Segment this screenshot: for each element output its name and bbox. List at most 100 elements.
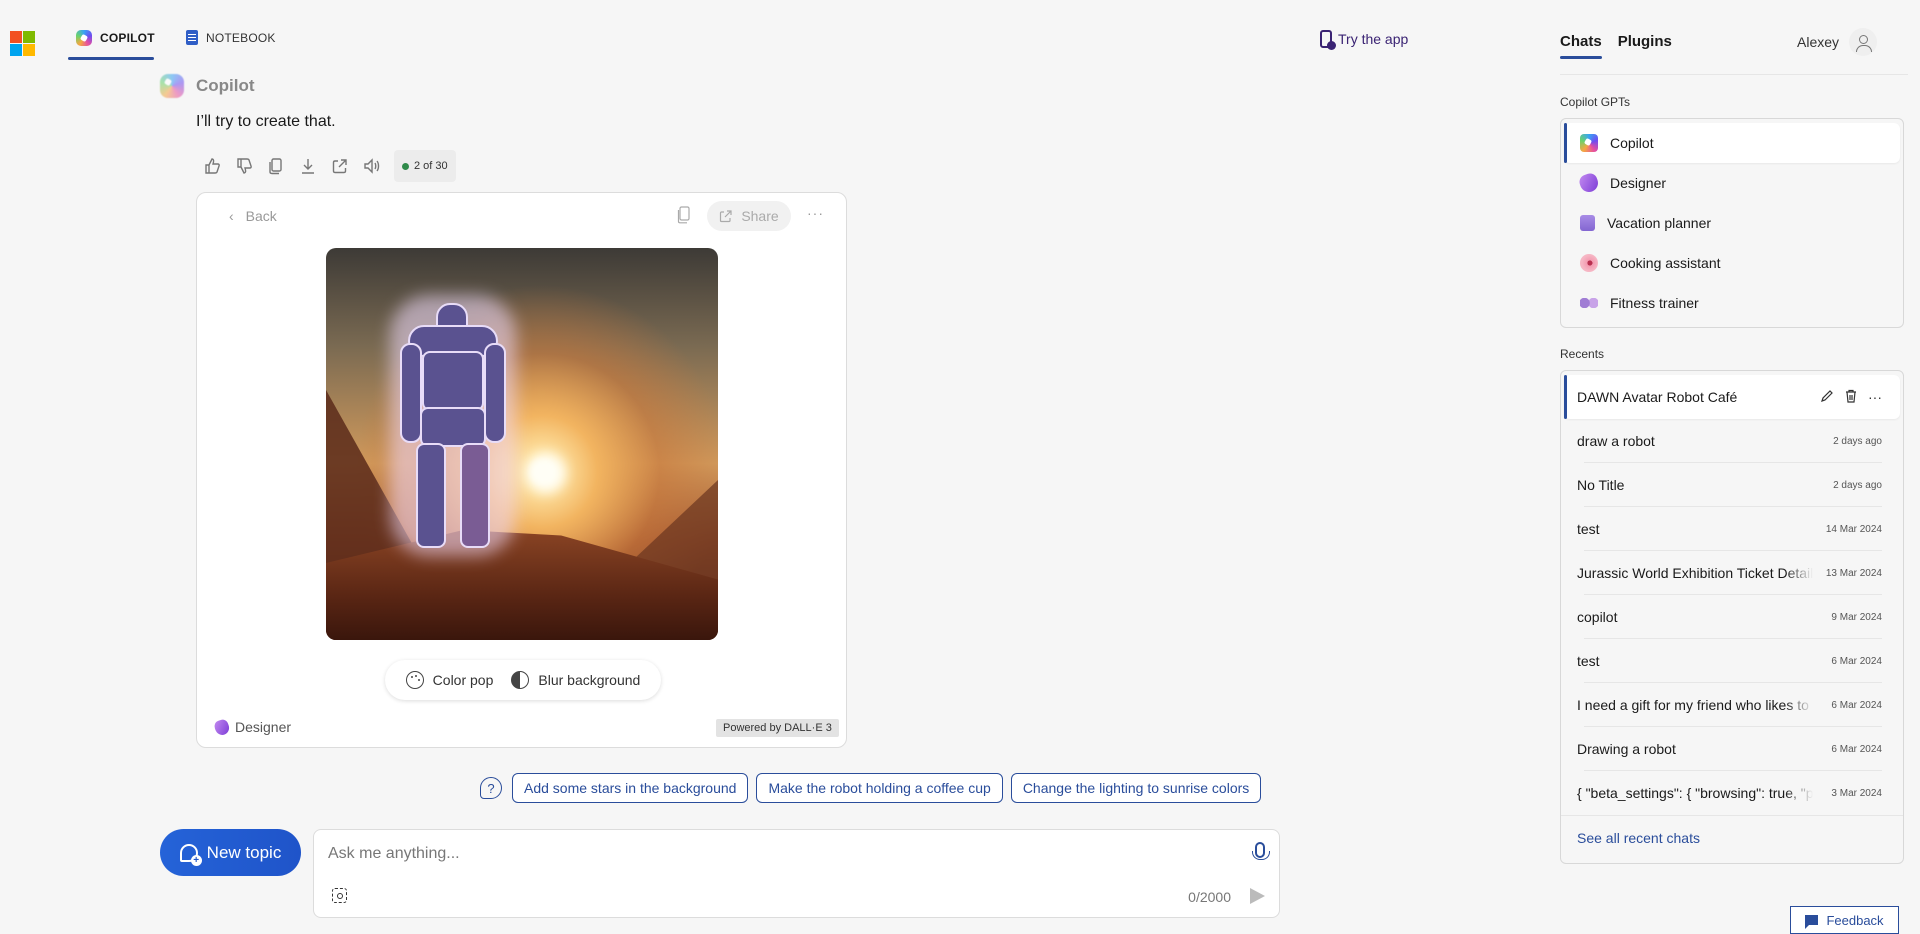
speaker-icon[interactable] xyxy=(362,156,382,176)
image-robot-silhouette xyxy=(390,295,516,556)
recent-chat-date: 9 Mar 2024 xyxy=(1831,611,1882,623)
try-the-app-link[interactable]: Try the app xyxy=(1320,30,1409,50)
generated-image-robot-sunset[interactable] xyxy=(326,248,718,640)
blur-background-button[interactable]: Blur background xyxy=(511,671,640,689)
recent-chat-title: Jurassic World Exhibition Ticket Details xyxy=(1577,565,1813,581)
recent-chat-item[interactable]: DAWN Avatar Robot Café ··· xyxy=(1564,375,1900,419)
tab-notebook[interactable]: NOTEBOOK xyxy=(186,30,276,45)
designer-icon xyxy=(1577,171,1601,195)
more-options-icon[interactable]: ··· xyxy=(1868,389,1882,405)
recent-chat-item[interactable]: test 6 Mar 2024 xyxy=(1564,639,1900,683)
new-topic-button[interactable]: New topic xyxy=(160,829,301,876)
back-button[interactable]: ‹ Back xyxy=(229,208,277,224)
color-pop-button[interactable]: Color pop xyxy=(405,671,493,689)
gpt-item-vacation-planner[interactable]: Vacation planner xyxy=(1564,203,1900,243)
suggestion-chip[interactable]: Make the robot holding a coffee cup xyxy=(756,773,1003,803)
recent-chat-date: 6 Mar 2024 xyxy=(1831,655,1882,667)
gpt-label: Copilot xyxy=(1610,135,1654,151)
new-topic-label: New topic xyxy=(206,842,282,862)
recent-chat-actions: ··· xyxy=(1820,389,1882,406)
see-all-recent-chats-link[interactable]: See all recent chats xyxy=(1564,816,1900,860)
thumbs-up-icon[interactable] xyxy=(202,156,222,176)
gpt-label: Cooking assistant xyxy=(1610,255,1721,271)
status-dot xyxy=(402,162,409,170)
powered-by-badge: Powered by DALL·E 3 xyxy=(716,719,839,737)
gpt-label: Vacation planner xyxy=(1607,215,1712,231)
designer-icon xyxy=(212,717,232,737)
recent-chat-item[interactable]: copilot 9 Mar 2024 xyxy=(1564,595,1900,639)
blur-icon xyxy=(511,671,530,689)
try-app-label: Try the app xyxy=(1338,31,1409,47)
gpt-item-cooking-assistant[interactable]: Cooking assistant xyxy=(1564,243,1900,283)
user-menu[interactable]: Alexey xyxy=(1797,28,1878,56)
tab-chats[interactable]: Chats xyxy=(1560,33,1602,59)
recent-chat-item[interactable]: draw a robot 2 days ago xyxy=(1564,419,1900,463)
question-bubble-icon: ? xyxy=(480,777,502,799)
suggested-prompts: ? Add some stars in the background Make … xyxy=(480,773,1262,803)
chat-composer: 0/2000 xyxy=(313,829,1280,918)
recent-chat-item[interactable]: Jurassic World Exhibition Ticket Details… xyxy=(1564,551,1900,595)
share-label: Share xyxy=(741,208,779,224)
person-icon xyxy=(1855,34,1872,52)
recent-chat-title: test xyxy=(1577,521,1600,537)
message-sender: Copilot xyxy=(160,74,255,98)
active-tab-indicator xyxy=(68,57,154,60)
suggestion-chip[interactable]: Change the lighting to sunrise colors xyxy=(1010,773,1262,803)
share-icon xyxy=(720,210,732,223)
feedback-label: Feedback xyxy=(1826,912,1884,928)
recent-chat-item[interactable]: No Title 2 days ago xyxy=(1564,463,1900,507)
right-panel-divider xyxy=(1560,74,1908,75)
recent-chat-date: 6 Mar 2024 xyxy=(1831,699,1882,711)
share-button[interactable]: Share xyxy=(707,201,791,231)
copilot-icon xyxy=(76,30,92,46)
trash-icon[interactable] xyxy=(1844,389,1858,406)
image-upload-icon[interactable] xyxy=(332,888,347,903)
recent-chat-title: I need a gift for my friend who likes to… xyxy=(1577,697,1813,713)
gpt-label: Designer xyxy=(1610,175,1667,191)
recents-heading: Recents xyxy=(1560,347,1605,361)
share-icon[interactable] xyxy=(330,156,350,176)
tab-copilot[interactable]: COPILOT xyxy=(76,30,155,46)
image-sun xyxy=(526,453,566,493)
blur-background-label: Blur background xyxy=(538,672,641,688)
thumbs-down-icon[interactable] xyxy=(234,156,254,176)
ask-input[interactable] xyxy=(328,840,1208,868)
microsoft-logo[interactable] xyxy=(10,31,35,56)
new-chat-icon xyxy=(179,843,202,866)
right-panel-tabs: Chats Plugins xyxy=(1560,33,1672,59)
more-options-icon[interactable]: ··· xyxy=(807,205,824,221)
copy-icon[interactable] xyxy=(266,156,286,176)
send-icon[interactable] xyxy=(1250,888,1265,904)
recent-chat-item[interactable]: test 14 Mar 2024 xyxy=(1564,507,1900,551)
character-count: 0/2000 xyxy=(1188,889,1231,905)
recent-chat-title: Drawing a robot xyxy=(1577,741,1676,757)
response-counter: 2 of 30 xyxy=(394,150,456,182)
message-actions: 2 of 30 xyxy=(202,150,456,182)
recent-chat-item[interactable]: Drawing a robot 6 Mar 2024 xyxy=(1564,727,1900,771)
copy-icon[interactable] xyxy=(677,206,691,229)
logo-square-blue xyxy=(10,44,22,56)
download-icon[interactable] xyxy=(298,156,318,176)
designer-source[interactable]: Designer xyxy=(212,717,291,737)
recent-chat-date: 6 Mar 2024 xyxy=(1831,743,1882,755)
logo-square-green xyxy=(23,31,35,43)
palette-icon xyxy=(405,671,424,689)
feedback-button[interactable]: Feedback xyxy=(1790,906,1899,934)
tab-plugins[interactable]: Plugins xyxy=(1618,33,1672,50)
logo-square-yellow xyxy=(23,44,35,56)
response-counter-text: 2 of 30 xyxy=(414,160,448,172)
recent-chat-item[interactable]: I need a gift for my friend who likes to… xyxy=(1564,683,1900,727)
recent-chat-item[interactable]: { "beta_settings": { "browsing": true, "… xyxy=(1564,771,1900,815)
recent-chat-date: 2 days ago xyxy=(1833,435,1882,447)
back-label: Back xyxy=(245,208,277,224)
gpt-item-designer[interactable]: Designer xyxy=(1564,163,1900,203)
gpt-item-copilot[interactable]: Copilot xyxy=(1564,123,1900,163)
edit-pencil-icon[interactable] xyxy=(1820,389,1834,406)
image-edit-options: Color pop Blur background xyxy=(385,660,661,700)
tab-label: COPILOT xyxy=(100,31,155,45)
avatar[interactable] xyxy=(1849,28,1878,56)
gpt-item-fitness-trainer[interactable]: Fitness trainer xyxy=(1564,283,1900,323)
microphone-icon[interactable] xyxy=(1252,842,1270,860)
dumbbell-icon xyxy=(1580,298,1598,308)
suggestion-chip[interactable]: Add some stars in the background xyxy=(512,773,749,803)
